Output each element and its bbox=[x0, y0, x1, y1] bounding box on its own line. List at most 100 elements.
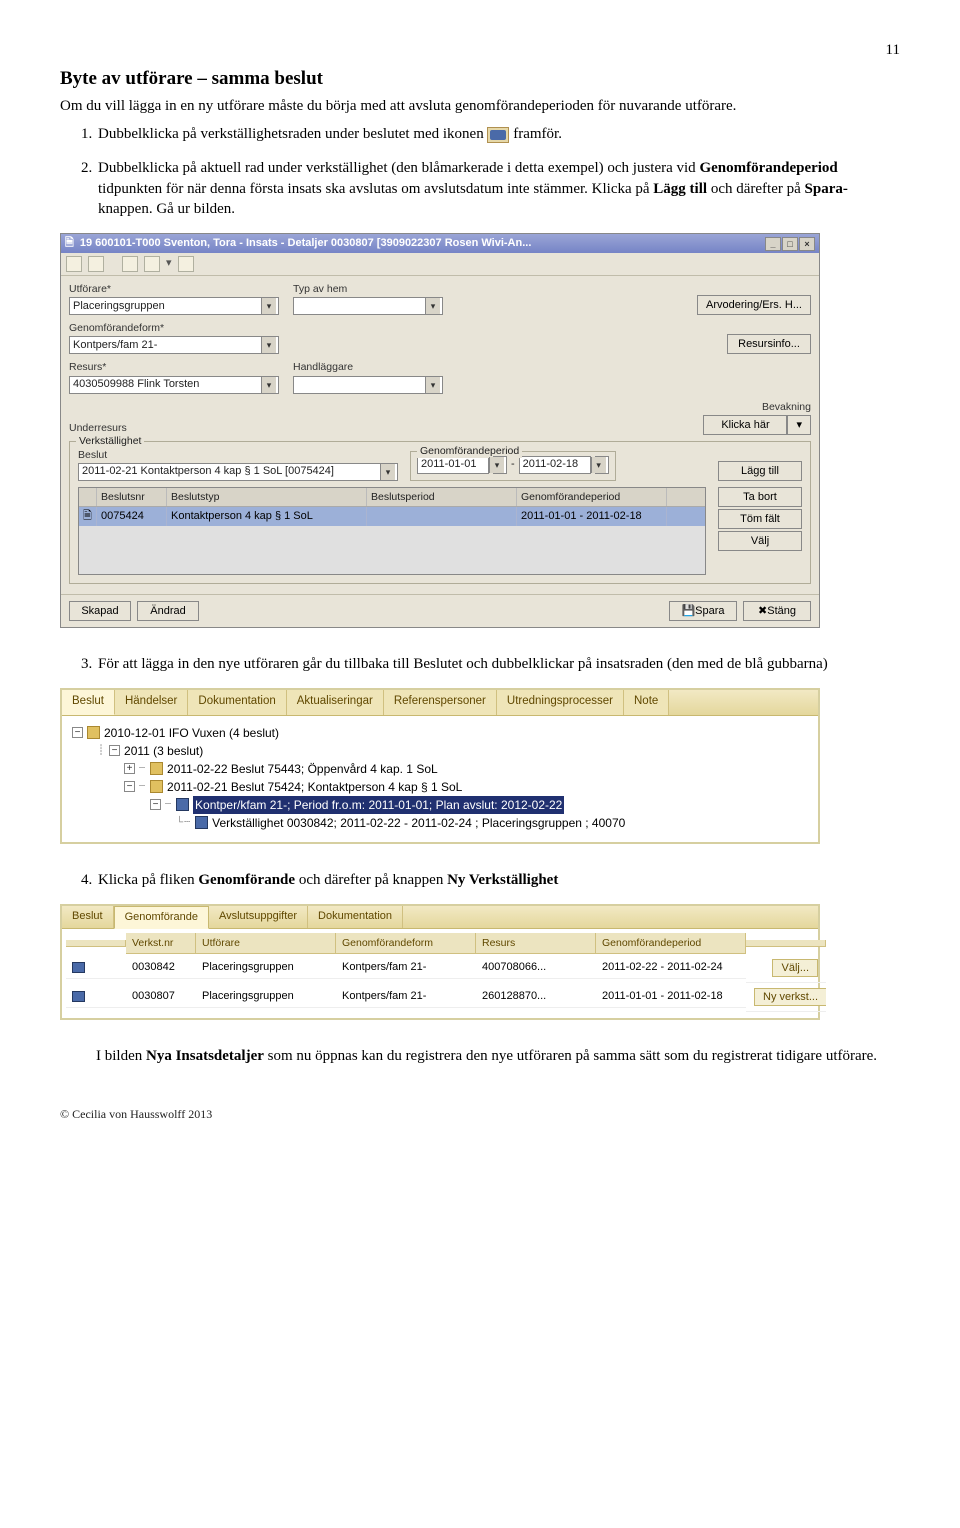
gh-verkstnr: Verkst.nr bbox=[126, 933, 196, 954]
tab-note[interactable]: Note bbox=[624, 690, 669, 715]
tab-referenspersoner[interactable]: Referenspersoner bbox=[384, 690, 497, 715]
tree-item[interactable]: + ┄ 2011-02-22 Beslut 75443; Öppenvård 4… bbox=[72, 760, 808, 778]
tree-item[interactable]: − ┄ 2011-02-21 Beslut 75424; Kontaktpers… bbox=[72, 778, 808, 796]
screenshot-dialog: 🗎 19 600101-T000 Sventon, Tora - Insats … bbox=[60, 233, 900, 628]
tabs-beslut: Beslut Händelser Dokumentation Aktualise… bbox=[62, 690, 818, 716]
minimize-button[interactable]: _ bbox=[765, 237, 781, 251]
closing-paragraph: I bilden Nya Insatsdetaljer som nu öppna… bbox=[96, 1046, 900, 1066]
valj-button[interactable]: Välj bbox=[718, 531, 802, 551]
tab3-dokumentation[interactable]: Dokumentation bbox=[308, 906, 403, 928]
expander-icon[interactable]: − bbox=[124, 781, 135, 792]
skapad-button[interactable]: Skapad bbox=[69, 601, 131, 621]
period-from-input[interactable]: 2011-01-01 bbox=[417, 456, 489, 474]
arvodering-button[interactable]: Arvodering/Ers. H... bbox=[697, 295, 811, 315]
people-icon bbox=[487, 127, 509, 143]
tree-year[interactable]: ┊ − 2011 (3 beslut) bbox=[72, 742, 808, 760]
step-2a: Dubbelklicka på aktuell rad under verkst… bbox=[98, 160, 699, 176]
maximize-button[interactable]: □ bbox=[782, 237, 798, 251]
delete-icon[interactable] bbox=[88, 256, 104, 272]
tab3-genomforande[interactable]: Genomförande bbox=[114, 906, 209, 929]
utforare-combo[interactable]: Placeringsgruppen bbox=[69, 297, 279, 315]
new-icon[interactable] bbox=[66, 256, 82, 272]
tab-handelser[interactable]: Händelser bbox=[115, 690, 188, 715]
handlaggare-combo[interactable] bbox=[293, 376, 443, 394]
gc-res-0: 400708066... bbox=[476, 957, 596, 979]
step-1-text-a: Dubbelklicka på verkställighetsraden und… bbox=[98, 126, 487, 142]
utforare-value: Placeringsgruppen bbox=[73, 299, 165, 314]
tab3-beslut[interactable]: Beslut bbox=[62, 906, 114, 928]
tree-root[interactable]: − 2010-12-01 IFO Vuxen (4 beslut) bbox=[72, 724, 808, 742]
step-2b: Genomförandeperiod bbox=[699, 160, 837, 176]
tab-dokumentation[interactable]: Dokumentation bbox=[188, 690, 286, 715]
ta-bort-button[interactable]: Ta bort bbox=[718, 487, 802, 507]
resurs-combo[interactable]: 4030509988 Flink Torsten bbox=[69, 376, 279, 394]
andrad-button[interactable]: Ändrad bbox=[137, 601, 199, 621]
mail-icon[interactable] bbox=[178, 256, 194, 272]
tab-beslut[interactable]: Beslut bbox=[62, 690, 115, 715]
book-icon[interactable] bbox=[144, 256, 160, 272]
step-2f: Spara- bbox=[805, 181, 848, 197]
stang-button[interactable]: ✖ Stäng bbox=[743, 601, 811, 621]
tab-utredningsprocesser[interactable]: Utredningsprocesser bbox=[497, 690, 624, 715]
copy-icon[interactable] bbox=[122, 256, 138, 272]
period-to-picker[interactable] bbox=[595, 456, 609, 474]
step-4c: och därefter på knappen bbox=[295, 872, 447, 888]
genomforandeform-combo[interactable]: Kontpers/fam 21- bbox=[69, 336, 279, 354]
verkstalllighet-list[interactable]: Beslutsnr Beslutstyp Beslutsperiod Genom… bbox=[78, 487, 706, 575]
expander-icon[interactable]: − bbox=[150, 799, 161, 810]
spara-button[interactable]: 💾 Spara bbox=[669, 601, 737, 621]
tree-item-selected[interactable]: − ┄ Kontper/kfam 21-; Period fr.o.m: 201… bbox=[72, 796, 808, 814]
list-row-selected[interactable]: 🗎 0075424 Kontaktperson 4 kap § 1 SoL 20… bbox=[79, 507, 705, 526]
bevakning-label: Bevakning bbox=[762, 400, 811, 414]
header-beslutstyp: Beslutstyp bbox=[167, 488, 367, 506]
period-from-picker[interactable] bbox=[493, 456, 507, 474]
klicka-har-button[interactable]: Klicka här bbox=[703, 415, 787, 435]
stang-label: Stäng bbox=[767, 605, 796, 617]
step-1-text-b: framför. bbox=[513, 126, 562, 142]
expander-icon[interactable]: + bbox=[124, 763, 135, 774]
tab3-avslutsuppgifter[interactable]: Avslutsuppgifter bbox=[209, 906, 308, 928]
gc-nr-0: 0030842 bbox=[126, 957, 196, 979]
closing-a: I bilden bbox=[96, 1048, 146, 1064]
lagg-till-button[interactable]: Lägg till bbox=[718, 461, 802, 481]
handlaggare-label: Handläggare bbox=[293, 360, 443, 374]
period-to-input[interactable]: 2011-02-18 bbox=[519, 456, 591, 474]
screenshot-tree: Beslut Händelser Dokumentation Aktualise… bbox=[60, 688, 900, 844]
row-icon bbox=[72, 962, 85, 973]
tab-aktualiseringar[interactable]: Aktualiseringar bbox=[287, 690, 384, 715]
cell-beslutsnr: 0075424 bbox=[97, 507, 167, 526]
utforare-label: Utförare* bbox=[69, 282, 279, 296]
expander-icon[interactable]: − bbox=[72, 727, 83, 738]
tree-line1: 2011-02-22 Beslut 75443; Öppenvård 4 kap… bbox=[167, 760, 438, 778]
step-4a: Klicka på fliken bbox=[98, 872, 198, 888]
valj-row-button[interactable]: Välj... bbox=[772, 959, 818, 977]
period-from-value: 2011-01-01 bbox=[421, 457, 476, 472]
gh-genomforandeperiod: Genomförandeperiod bbox=[596, 933, 746, 954]
tree-item[interactable]: └┄ Verkställighet 0030842; 2011-02-22 - … bbox=[72, 814, 808, 832]
stack-icon bbox=[87, 726, 100, 739]
step-4: Klicka på fliken Genomförande och däreft… bbox=[96, 870, 900, 890]
step-2d: Lägg till bbox=[653, 181, 707, 197]
window-icon: 🗎 bbox=[65, 236, 74, 251]
step-2c: tidpunkten för när denna första insats s… bbox=[98, 181, 653, 197]
expander-icon[interactable]: − bbox=[109, 745, 120, 756]
row-icon bbox=[72, 991, 85, 1002]
window-title: 19 600101-T000 Sventon, Tora - Insats - … bbox=[80, 236, 532, 251]
document-icon bbox=[150, 780, 163, 793]
gh-utforare: Utförare bbox=[196, 933, 336, 954]
resursinfo-button[interactable]: Resursinfo... bbox=[727, 334, 811, 354]
page-footer: © Cecilia von Hausswolff 2013 bbox=[60, 1106, 900, 1122]
step-4b: Genomförande bbox=[198, 872, 295, 888]
gh-genomforandeform: Genomförandeform bbox=[336, 933, 476, 954]
bevakning-dropdown-button[interactable]: ▾ bbox=[787, 415, 811, 435]
tom-falt-button[interactable]: Töm fält bbox=[718, 509, 802, 529]
genomforandeform-value: Kontpers/fam 21- bbox=[73, 338, 157, 353]
ny-verkst-button[interactable]: Ny verkst... bbox=[754, 988, 826, 1006]
gc-res-1: 260128870... bbox=[476, 986, 596, 1008]
gc-utf-0: Placeringsgruppen bbox=[196, 957, 336, 979]
close-button[interactable]: × bbox=[799, 237, 815, 251]
typ-av-hem-combo[interactable] bbox=[293, 297, 443, 315]
gh-resurs: Resurs bbox=[476, 933, 596, 954]
tree-root-label: 2010-12-01 IFO Vuxen (4 beslut) bbox=[104, 724, 279, 742]
beslut-combo[interactable]: 2011-02-21 Kontaktperson 4 kap § 1 SoL [… bbox=[78, 463, 398, 481]
